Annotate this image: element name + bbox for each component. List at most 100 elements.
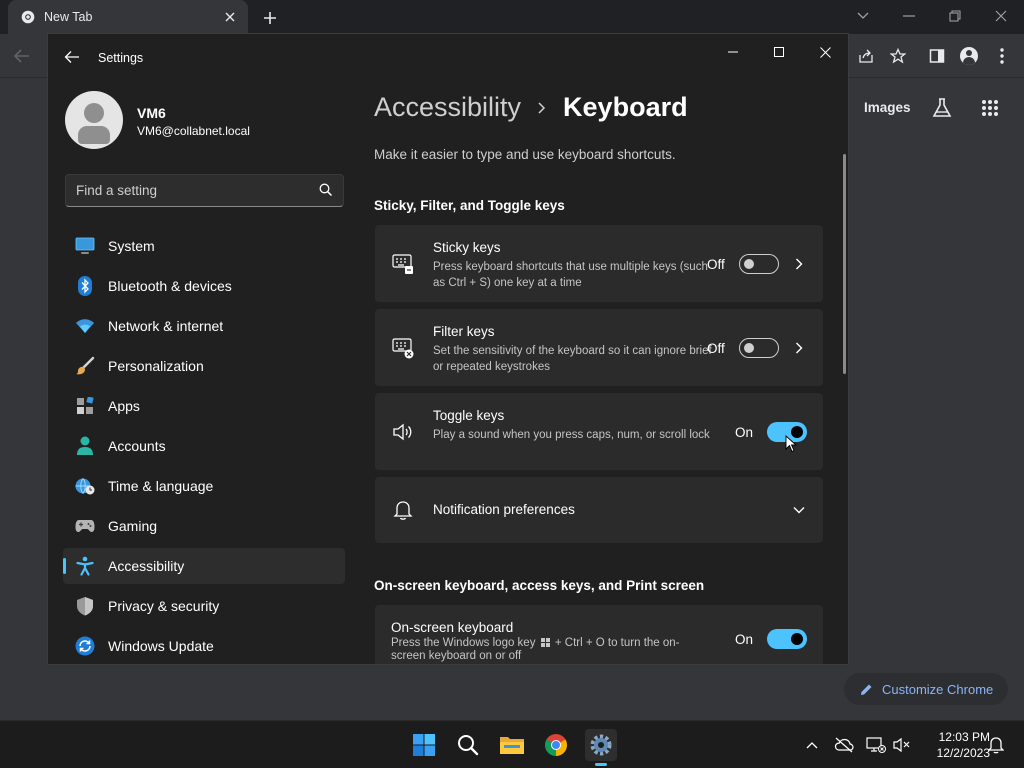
accessibility-icon bbox=[75, 556, 95, 576]
window-title: Settings bbox=[98, 51, 144, 65]
sidebar-item-apps[interactable]: Apps bbox=[63, 388, 345, 424]
chrome-favicon-icon bbox=[21, 10, 35, 24]
onedrive-offline-icon[interactable] bbox=[834, 735, 854, 755]
page-description: Make it easier to type and use keyboard … bbox=[374, 147, 676, 162]
sidebar-item-network[interactable]: Network & internet bbox=[63, 308, 345, 344]
clock-time: 12:03 PM bbox=[938, 730, 990, 744]
scrollbar[interactable] bbox=[843, 154, 846, 374]
sidebar-item-system[interactable]: System bbox=[63, 228, 345, 264]
breadcrumb-parent[interactable]: Accessibility bbox=[374, 92, 521, 123]
google-apps-icon[interactable] bbox=[980, 98, 1000, 118]
notification-preferences-title: Notification preferences bbox=[433, 502, 575, 517]
toggle-keys-card[interactable]: Toggle keys Play a sound when you press … bbox=[375, 393, 823, 470]
speaker-icon bbox=[392, 421, 414, 443]
network-monitor-icon[interactable] bbox=[866, 735, 886, 755]
chrome-menu-icon[interactable] bbox=[992, 46, 1012, 66]
taskbar-clock[interactable]: 12:03 PM 12/2/2023 bbox=[918, 729, 990, 761]
close-icon[interactable] bbox=[815, 42, 835, 62]
on-screen-keyboard-description: Press the Windows logo key + Ctrl + O to… bbox=[391, 637, 701, 663]
notification-bell-icon[interactable] bbox=[986, 735, 1006, 755]
chevron-right-icon[interactable] bbox=[792, 257, 806, 271]
breadcrumb: Accessibility Keyboard bbox=[374, 92, 688, 123]
chrome-close-icon[interactable] bbox=[991, 6, 1011, 26]
filter-keys-state: Off bbox=[707, 341, 725, 356]
sidebar-item-time-language[interactable]: Time & language bbox=[63, 468, 345, 504]
back-arrow-icon[interactable] bbox=[12, 46, 32, 66]
clock-date: 12/2/2023 bbox=[936, 746, 990, 760]
sidebar-item-label: Time & language bbox=[108, 478, 214, 494]
tab-close-icon[interactable] bbox=[222, 9, 238, 25]
sidebar-item-bluetooth[interactable]: Bluetooth & devices bbox=[63, 268, 345, 304]
update-icon bbox=[75, 636, 95, 656]
sticky-keys-state: Off bbox=[707, 257, 725, 272]
search-icon[interactable] bbox=[319, 183, 333, 197]
share-icon[interactable] bbox=[856, 46, 876, 66]
toggle-keys-state: On bbox=[735, 425, 754, 440]
chrome-restore-icon[interactable] bbox=[945, 6, 965, 26]
sidebar-item-windows-update[interactable]: Windows Update bbox=[63, 628, 345, 664]
accounts-icon bbox=[75, 436, 95, 456]
sidebar-nav: System Bluetooth & devices Network & int… bbox=[63, 228, 345, 664]
back-arrow-icon[interactable] bbox=[64, 50, 82, 68]
on-screen-keyboard-card[interactable]: On-screen keyboard Press the Windows log… bbox=[375, 605, 823, 664]
customize-chrome-button[interactable]: Customize Chrome bbox=[844, 673, 1008, 705]
settings-icon[interactable] bbox=[585, 729, 617, 761]
filter-keys-toggle[interactable] bbox=[739, 338, 779, 358]
search-icon[interactable] bbox=[452, 729, 484, 761]
avatar[interactable] bbox=[65, 91, 123, 149]
sticky-keys-card[interactable]: Sticky keys Press keyboard shortcuts tha… bbox=[375, 225, 823, 302]
chrome-icon[interactable] bbox=[540, 729, 572, 761]
filter-keys-title: Filter keys bbox=[433, 324, 495, 339]
on-screen-keyboard-toggle[interactable] bbox=[767, 629, 807, 649]
file-explorer-icon[interactable] bbox=[496, 729, 528, 761]
profile-name: VM6 bbox=[137, 105, 166, 121]
search-box bbox=[65, 174, 344, 207]
sidebar-item-gaming[interactable]: Gaming bbox=[63, 508, 345, 544]
sidebar-item-label: Accessibility bbox=[108, 558, 185, 574]
apps-icon bbox=[75, 396, 95, 416]
osk-desc-before: Press the Windows logo key bbox=[391, 637, 536, 649]
sidebar-item-label: Personalization bbox=[108, 358, 204, 374]
start-icon[interactable] bbox=[408, 729, 440, 761]
bookmark-star-icon[interactable] bbox=[888, 46, 908, 66]
sidebar-item-label: Network & internet bbox=[108, 318, 224, 334]
profile-icon[interactable] bbox=[959, 46, 979, 66]
images-link[interactable]: Images bbox=[864, 100, 911, 115]
tab-search-chevron-icon[interactable] bbox=[853, 6, 873, 26]
new-tab-icon[interactable] bbox=[260, 8, 280, 28]
on-screen-keyboard-state: On bbox=[735, 632, 754, 647]
globe-clock-icon bbox=[75, 476, 95, 496]
tab-new-tab[interactable]: New Tab bbox=[8, 0, 248, 34]
sidebar-item-label: Gaming bbox=[108, 518, 158, 534]
sidebar-item-label: Windows Update bbox=[108, 638, 214, 654]
brush-icon bbox=[75, 356, 95, 376]
minimize-icon[interactable] bbox=[723, 42, 743, 62]
sidebar-item-label: Bluetooth & devices bbox=[108, 278, 232, 294]
search-input[interactable] bbox=[66, 175, 306, 206]
sticky-keys-icon bbox=[392, 253, 414, 275]
sidebar-item-label: Privacy & security bbox=[108, 598, 220, 614]
show-hidden-icons-chevron-icon[interactable] bbox=[802, 735, 822, 755]
volume-muted-icon[interactable] bbox=[892, 735, 912, 755]
sticky-keys-description: Press keyboard shortcuts that use multip… bbox=[433, 261, 708, 289]
sidebar-item-accessibility[interactable]: Accessibility bbox=[63, 548, 345, 584]
bell-icon bbox=[392, 499, 414, 521]
taskbar: 12:03 PM 12/2/2023 bbox=[0, 720, 1024, 768]
pencil-icon bbox=[860, 683, 873, 696]
sidebar-item-privacy-security[interactable]: Privacy & security bbox=[63, 588, 345, 624]
section-title-sticky-filter-toggle: Sticky, Filter, and Toggle keys bbox=[374, 198, 565, 213]
chevron-right-icon[interactable] bbox=[792, 341, 806, 355]
section-title-on-screen-keyboard: On-screen keyboard, access keys, and Pri… bbox=[374, 578, 705, 593]
side-panel-icon[interactable] bbox=[927, 46, 947, 66]
sidebar-item-accounts[interactable]: Accounts bbox=[63, 428, 345, 464]
sidebar-item-personalization[interactable]: Personalization bbox=[63, 348, 345, 384]
labs-flask-icon[interactable] bbox=[931, 97, 953, 119]
sticky-keys-toggle[interactable] bbox=[739, 254, 779, 274]
chrome-minimize-icon[interactable] bbox=[899, 6, 919, 26]
windows-logo-icon bbox=[540, 638, 550, 647]
filter-keys-card[interactable]: Filter keys Set the sensitivity of the k… bbox=[375, 309, 823, 386]
chevron-down-icon[interactable] bbox=[792, 503, 806, 517]
maximize-icon[interactable] bbox=[769, 42, 789, 62]
notification-preferences-card[interactable]: Notification preferences bbox=[375, 477, 823, 543]
gamepad-icon bbox=[75, 516, 95, 536]
